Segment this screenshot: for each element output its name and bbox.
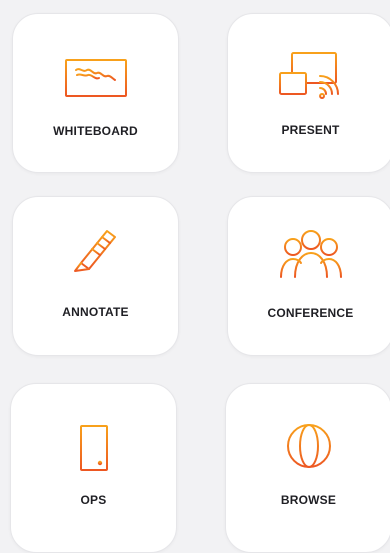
whiteboard-label: WHITEBOARD <box>53 124 138 138</box>
browse-label: BROWSE <box>280 493 337 507</box>
server-tower-icon <box>79 425 108 475</box>
globe-icon <box>286 424 331 468</box>
conference-label: CONFERENCE <box>267 306 354 320</box>
people-group-icon <box>279 230 342 278</box>
present-tile[interactable]: PRESENT <box>227 13 390 173</box>
browse-tile[interactable]: BROWSE <box>225 383 390 553</box>
annotate-label: ANNOTATE <box>62 305 129 319</box>
annotate-tile[interactable]: ANNOTATE <box>12 196 179 356</box>
whiteboard-icon <box>64 59 127 97</box>
present-label: PRESENT <box>281 123 340 137</box>
conference-tile[interactable]: CONFERENCE <box>227 196 390 356</box>
whiteboard-tile[interactable]: WHITEBOARD <box>12 13 179 173</box>
present-cast-icon <box>278 52 339 99</box>
ops-label: OPS <box>80 493 107 507</box>
ops-tile[interactable]: OPS <box>10 383 177 553</box>
pencil-icon <box>73 230 116 272</box>
